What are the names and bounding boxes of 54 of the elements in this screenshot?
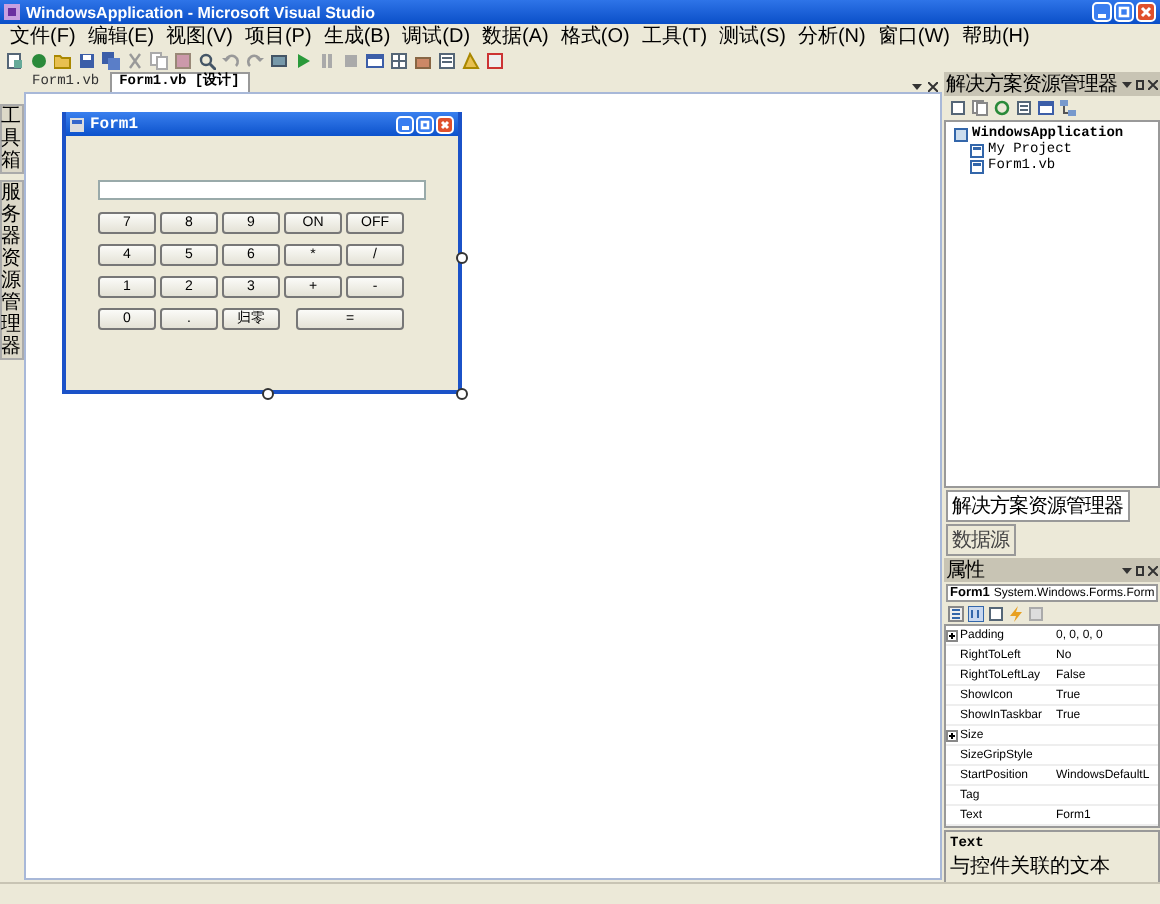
show-all-files-icon[interactable] [972,100,988,116]
new-project-icon[interactable] [6,52,24,70]
alphabetical-icon[interactable] [968,606,984,622]
panel-title: 解决方案资源管理器 [946,71,1119,98]
menu-item[interactable]: 数据(A) [476,25,555,49]
solution-icon [954,127,968,141]
side-tab[interactable]: 服务器资源管理器 [0,180,23,360]
menu-item[interactable]: 编辑(E) [81,25,161,49]
menu-item[interactable]: 测试(S) [713,25,792,49]
side-tab[interactable]: 工具箱 [0,104,23,174]
panel-tab[interactable]: 数据源 [946,524,1015,556]
menu-item[interactable]: 帮助(H) [955,25,1036,49]
dropdown-icon[interactable] [1122,79,1132,89]
menu-item[interactable]: 项目(P) [238,25,318,49]
save-all-icon[interactable] [102,52,120,70]
resize-handle[interactable] [456,251,468,263]
panel-title: 属性 [946,557,986,584]
menu-item[interactable]: 文件(F) [4,25,82,49]
form-title: Form1 [90,115,141,133]
expand-icon[interactable] [946,629,958,641]
view-code-icon[interactable] [1016,100,1032,116]
close-icon[interactable] [928,82,938,92]
expand-icon[interactable] [946,729,958,741]
window-title: WindowsApplication - Microsoft Visual Studio [26,3,377,21]
maximize-icon[interactable] [1114,2,1134,22]
refresh-icon[interactable] [994,100,1010,116]
resize-handle[interactable] [456,388,468,400]
description-text: 与控件关联的文本 [950,853,1112,880]
menu-item[interactable]: 分析(N) [791,25,872,49]
menu-item[interactable]: 格式(O) [554,25,636,49]
menu-item[interactable]: 窗口(W) [871,25,956,49]
maximize-icon[interactable] [416,115,434,133]
grid-icon[interactable] [390,52,408,70]
minimize-icon[interactable] [1092,2,1112,22]
panel-tab[interactable]: 解决方案资源管理器 [946,490,1129,522]
form-icon [70,117,84,131]
categorized-icon[interactable] [948,606,964,622]
menu-item[interactable]: 工具(T) [635,25,714,49]
app-icon [4,4,20,20]
pin-icon[interactable] [1136,79,1144,89]
resize-handle[interactable] [262,388,274,400]
class-diagram-icon[interactable] [1060,100,1076,116]
menu-item[interactable]: 视图(V) [160,25,239,49]
dropdown-icon[interactable] [1122,565,1132,575]
menu-item[interactable]: 生成(B) [317,25,397,49]
view-designer-icon[interactable] [1038,100,1054,116]
find-icon[interactable] [198,52,216,70]
close-icon[interactable] [1148,79,1158,89]
window-icon[interactable] [366,52,384,70]
minimize-icon[interactable] [396,115,414,133]
save-icon[interactable] [78,52,96,70]
close-icon[interactable] [1148,565,1158,575]
menu-item[interactable]: 调试(D) [396,25,477,49]
pin-icon[interactable] [1136,565,1144,575]
